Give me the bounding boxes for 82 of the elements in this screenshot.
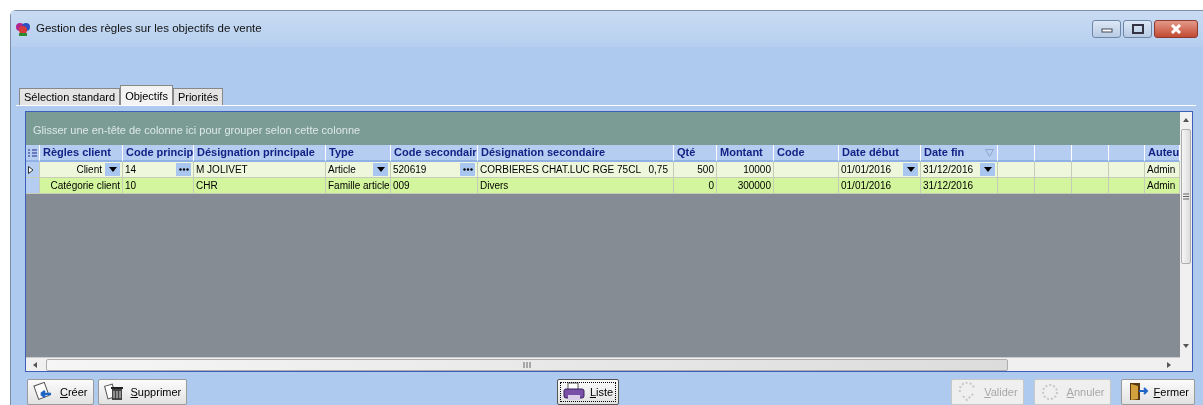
table-cell: Catégorie client: [40, 178, 123, 194]
group-by-hint: Glisser une en-tête de colonne ici pour grouper selon cette colonne: [26, 112, 1180, 145]
action-button[interactable]: Fermer: [1120, 379, 1195, 405]
column-chooser-icon[interactable]: [26, 145, 40, 162]
action-button[interactable]: Supprimer: [97, 379, 188, 405]
table-cell: [774, 178, 839, 194]
table-cell: M JOLIVET: [194, 162, 326, 178]
minimize-icon: [1100, 25, 1113, 33]
horizontal-scrollbar[interactable]: [26, 357, 1180, 371]
column-header[interactable]: Code secondair: [391, 145, 478, 162]
table-cell: [1109, 162, 1145, 178]
caret-icon: [906, 167, 915, 172]
lookup-field[interactable]: 520619: [391, 162, 478, 178]
table-cell: [1035, 178, 1072, 194]
dropdown-field[interactable]: Article: [326, 162, 391, 178]
window-title: Gestion des règles sur les objectifs de vente: [36, 21, 262, 37]
dropdown-field[interactable]: 01/01/2016: [839, 162, 921, 178]
table-cell: CORBIERES CHAT.LUC RGE 75CL 0,75: [478, 162, 674, 178]
table-cell: [1072, 178, 1109, 194]
close-button[interactable]: [1154, 20, 1198, 38]
column-header[interactable]: Auteu: [1145, 145, 1180, 162]
table-cell: 500: [674, 162, 717, 178]
table-cell: 01/01/2016: [839, 178, 921, 194]
column-header[interactable]: Qté: [674, 145, 717, 162]
table-cell: Divers: [478, 178, 674, 194]
action-button[interactable]: Liste: [556, 379, 620, 405]
caret-icon: [108, 167, 117, 172]
close-icon: [1170, 24, 1182, 34]
table-cell: 10: [123, 178, 194, 194]
column-header[interactable]: Règles client: [40, 145, 123, 162]
dropdown-button[interactable]: [105, 163, 120, 176]
column-header[interactable]: Désignation principale: [194, 145, 326, 162]
table-cell: 0: [674, 178, 717, 194]
table-cell: [1072, 162, 1109, 178]
grip-icon: [1183, 193, 1189, 200]
dropdown-button[interactable]: [980, 163, 995, 176]
printer-icon: [562, 382, 585, 402]
table-cell: [1035, 162, 1072, 178]
grip-icon: [523, 361, 531, 368]
tab[interactable]: Sélection standard: [19, 88, 121, 105]
table-cell: 31/12/2016: [921, 178, 998, 194]
dropdown-field[interactable]: Client: [40, 162, 123, 178]
action-button[interactable]: Créer: [27, 379, 94, 405]
table-cell: Admin: [1145, 178, 1180, 194]
column-header[interactable]: Code princip: [123, 145, 194, 162]
table-cell: [998, 162, 1035, 178]
vertical-scrollbar[interactable]: [1180, 112, 1192, 371]
table-cell: [774, 162, 839, 178]
scroll-thumb[interactable]: [46, 358, 1008, 371]
tab[interactable]: Priorités: [172, 88, 224, 105]
lookup-field[interactable]: 14: [123, 162, 194, 178]
trash-icon: [103, 382, 126, 402]
table-cell: 009: [391, 178, 478, 194]
table-cell: [998, 178, 1035, 194]
column-header[interactable]: Montant: [717, 145, 774, 162]
dropdown-button[interactable]: [903, 163, 918, 176]
ellipsis-icon: [178, 168, 189, 171]
column-header[interactable]: Type: [326, 145, 391, 162]
table-cell: 10000: [717, 162, 774, 178]
column-header[interactable]: Date début: [839, 145, 921, 162]
dropdown-button[interactable]: [373, 163, 388, 176]
table-cell: Admin: [1145, 162, 1180, 178]
ellipsis-button[interactable]: [460, 163, 475, 176]
maximize-button[interactable]: [1123, 20, 1152, 38]
row-header[interactable]: [26, 162, 40, 178]
table-cell: Famille article: [326, 178, 391, 194]
ellipsis-icon: [462, 168, 473, 171]
tab[interactable]: Objectifs: [120, 85, 173, 105]
column-header[interactable]: Désignation secondaire: [478, 145, 674, 162]
table-cell: 300000: [717, 178, 774, 194]
scroll-thumb[interactable]: [1181, 129, 1191, 264]
maximize-icon: [1131, 24, 1144, 34]
table-cell: [1109, 178, 1145, 194]
table-cell: CHR: [194, 178, 326, 194]
caret-icon: [983, 167, 992, 172]
ellipsis-button[interactable]: [176, 163, 191, 176]
dropdown-field[interactable]: 31/12/2016: [921, 162, 998, 178]
column-header[interactable]: Date fin: [921, 145, 998, 162]
column-header[interactable]: Code: [774, 145, 839, 162]
current-row-icon: [28, 165, 34, 174]
caret-icon: [376, 167, 385, 172]
app-icon: [15, 21, 31, 37]
